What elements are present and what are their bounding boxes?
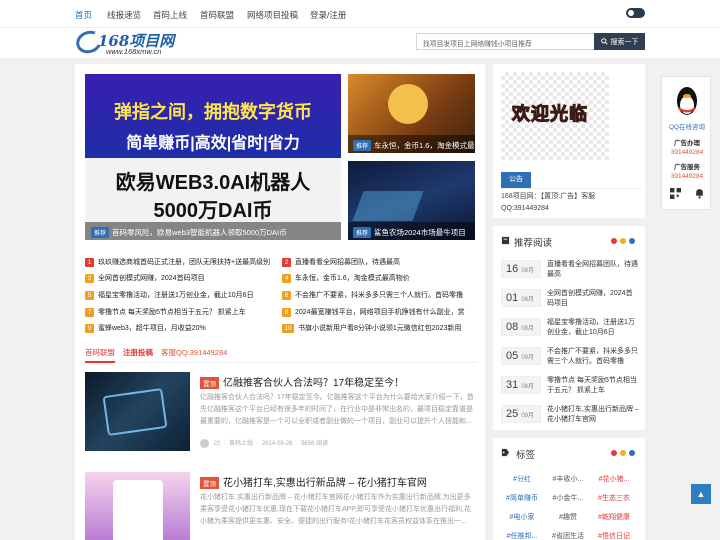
slide-caption-text: 首码零风险，欧易web3智能机器人领取5000万DAI币 — [112, 228, 287, 237]
logo-url: www.168xmw.cn — [106, 47, 162, 56]
article-card[interactable]: 置顶 亿融推客合伙人合法吗？17年稳定至今！ 亿融推客合伙人合法吗？17年稳定至今… — [85, 372, 477, 462]
nav-home[interactable]: 首页 — [75, 9, 92, 21]
side-slide-1-tag: 推荐 — [353, 140, 372, 151]
side-slide-1[interactable]: 推荐车永恒，金币1.6，淘金模式最高物价 — [348, 74, 475, 153]
tag-link[interactable]: #省团生活 — [548, 531, 588, 540]
nav-submit-project[interactable]: 网络项目投稿 — [247, 9, 298, 21]
avatar — [200, 438, 209, 448]
floating-contact-bar: QQ在线咨询 广告办理 391449284 广告服务 391449284 — [661, 76, 711, 210]
tag-link[interactable]: #简单赚币 — [502, 493, 542, 503]
recommend-item[interactable]: 25 09月 花小猪打车,实惠出行新品牌 – 花小猪打车官网 — [501, 405, 641, 431]
side-slide-2[interactable]: 推荐 鲨鱼农场2024市场最牛项目 — [348, 161, 475, 240]
article-title[interactable]: 置顶 花小猪打车,实惠出行新品牌 – 花小猪打车官网 — [200, 474, 427, 490]
article-thumbnail[interactable] — [85, 372, 190, 451]
book-icon — [501, 236, 510, 245]
side-slide-1-caption: 车永恒，金币1.6，淘金模式最高物价 — [374, 141, 475, 150]
search-button-label: 搜索一下 — [610, 38, 639, 46]
theme-toggle[interactable] — [626, 8, 645, 18]
tag-link[interactable]: #生态三农 — [594, 493, 634, 503]
nav-alliance[interactable]: 首码联盟 — [200, 9, 234, 21]
news-item[interactable]: 10 书旗小说新用户看8分钟小说领1元微信红包2023新用 — [282, 323, 472, 333]
tag-link[interactable]: #乾翔健康 — [594, 512, 634, 522]
tab-alliance[interactable]: 首码联盟 — [85, 347, 115, 358]
tab-contact-qq[interactable]: 客服QQ:391449284 — [161, 347, 227, 358]
news-item[interactable]: 8 2024最宽赚钱平台，网络项目手机挣钱有什么副业，赏 — [282, 307, 472, 317]
phone-shape — [113, 480, 163, 540]
recommend-item[interactable]: 31 08月 零撸节点 每天奖励5节点相当于五元？ 抓紧上车 — [501, 376, 641, 402]
qr-code-icon[interactable] — [670, 188, 681, 199]
slide-line-2: 简单赚币|高效|省时|省力 — [126, 135, 300, 152]
notice-tab[interactable]: 公告 — [501, 172, 531, 188]
news-item[interactable]: 3 全网首创模式网赚，2024首码项目 — [85, 273, 275, 283]
article-card[interactable]: 置顶 花小猪打车,实惠出行新品牌 – 花小猪打车官网 花小猪打车,实惠出行新品牌 … — [85, 472, 477, 540]
recommend-title: 推荐阅读 — [514, 238, 553, 249]
article-excerpt: 花小猪打车,实惠出行新品牌 – 花小猪打车官网花小猪打车作为实惠出行新品牌,为出… — [200, 494, 471, 525]
scroll-to-top-button[interactable]: ▲ — [691, 484, 711, 504]
date-box: 08 08月 — [501, 318, 541, 336]
tab-active-indicator — [85, 361, 115, 363]
article-meta: 22 · 首码上线 · 2024-09-26 · 5658 阅读 — [200, 438, 328, 448]
date-box: 31 08月 — [501, 376, 541, 394]
recommend-item[interactable]: 01 08月 全网首创模式网赚，2024首码项目 — [501, 289, 641, 315]
ad-service-label: 广告服务 — [674, 164, 700, 171]
news-item[interactable]: 7 零撸节点 每天奖励5节点相当于五元？ 抓紧上车 — [85, 307, 275, 317]
date-box: 16 08月 — [501, 260, 541, 278]
ad-phone-2: 391449284 — [670, 173, 704, 180]
tags-title: 标签 — [516, 450, 536, 461]
recommend-item[interactable]: 05 09月 不会推广不要紧，抖米多多只需三个人就行。首码零撸 — [501, 347, 641, 373]
character-shape — [388, 84, 428, 124]
welcome-text: 欢迎光临 — [512, 104, 588, 125]
featured-slide-caption[interactable]: 推荐 首码零风险，欧易web3智能机器人领取5000万DAI币 — [85, 222, 341, 240]
date-box: 01 08月 — [501, 289, 541, 307]
slide-dots — [450, 78, 472, 82]
side-slide-2-tag: 推荐 — [353, 227, 372, 238]
tag-link[interactable]: #丰收小... — [548, 474, 588, 484]
news-item[interactable]: 1 玖玖赚选商城首码正式注册，团队无限扶持+送最高级别 — [85, 257, 275, 267]
tag-link[interactable]: #小金牛... — [548, 493, 588, 503]
featured-slide[interactable]: 弹指之间，拥抱数字货币 简单赚币|高效|省时|省力 欧易WEB3.0AI机器人 … — [85, 74, 341, 240]
date-box: 25 09月 — [501, 405, 541, 423]
nav-first-launch[interactable]: 首码上线 — [153, 9, 187, 21]
slide-line-3: 欧易WEB3.0AI机器人 — [115, 172, 311, 194]
tag-link[interactable]: #任推邦... — [502, 531, 542, 540]
news-item[interactable]: 4 车永恒，金币1.6，淘金模式最高物价 — [282, 273, 472, 283]
news-item[interactable]: 6 不会推广不要紧，抖米多多只需三个人就行。首码零撸 — [282, 290, 472, 300]
device-shape — [102, 388, 168, 436]
tag-link[interactable]: #电小家 — [502, 512, 542, 522]
article-excerpt: 亿融推客合伙人合法吗？17年稳定至今。亿融推客这个平台为什么要给大家介绍一下，首… — [200, 394, 474, 425]
nav-deals[interactable]: 线报速览 — [107, 9, 141, 21]
search-input[interactable]: 找项目发项目上网络赚钱小项目推荐 — [416, 33, 594, 50]
slide-tag: 推荐 — [91, 227, 110, 238]
news-item[interactable]: 2 直播看看全网招募团队，待遇最高 — [282, 257, 472, 267]
ad-phone-1: 391449284 — [670, 149, 704, 156]
date-box: 05 09月 — [501, 347, 541, 365]
tabs-divider — [85, 362, 477, 363]
bell-icon[interactable] — [694, 188, 705, 199]
tag-icon — [501, 448, 510, 457]
slide-line-1: 弹指之间，拥抱数字货币 — [114, 102, 312, 122]
tag-link[interactable]: #花小猪... — [594, 474, 634, 484]
tag-link[interactable]: #分红 — [502, 474, 542, 484]
nav-login[interactable]: 登录/注册 — [310, 9, 346, 21]
search-icon — [600, 38, 608, 45]
notice-text: 168项目网：【置顶:广告】客服QQ:391449284 — [501, 193, 596, 212]
news-item[interactable]: 9 蜜蜂web3，超牛项目，月收益20% — [85, 323, 275, 333]
article-title[interactable]: 置顶 亿融推客合伙人合法吗？17年稳定至今！ — [200, 374, 404, 390]
chart-glow — [352, 191, 424, 221]
tag-link[interactable]: #趣赞 — [548, 512, 588, 522]
top-nav: 首页 线报速览 首码上线 首码联盟 网络项目投稿 登录/注册 — [0, 0, 720, 28]
ad-handling-label: 广告办理 — [674, 140, 700, 147]
qq-penguin-icon[interactable] — [674, 83, 700, 117]
slide-line-4: 5000万DAI币 — [153, 200, 273, 222]
recommend-item[interactable]: 08 08月 福星宝零撸活动，注册送1万创业金，截止10月6日 — [501, 318, 641, 344]
news-item[interactable]: 5 福星宝零撸活动，注册送1万创业金，截止10月6日 — [85, 290, 275, 300]
site-logo[interactable]: 168项目网 www.168xmw.cn — [73, 27, 196, 57]
article-thumbnail[interactable] — [85, 472, 190, 540]
tag-link[interactable]: #悟信日记 — [594, 531, 634, 540]
search-button[interactable]: 搜索一下 — [594, 33, 645, 50]
qq-consult-label[interactable]: QQ在线咨询 — [662, 121, 712, 131]
side-slide-2-caption: 鲨鱼农场2024市场最牛项目 — [374, 228, 466, 237]
tab-submit[interactable]: 注册投稿 — [123, 347, 153, 358]
recommend-item[interactable]: 16 08月 直播看看全网招募团队，待遇最高 — [501, 260, 641, 286]
